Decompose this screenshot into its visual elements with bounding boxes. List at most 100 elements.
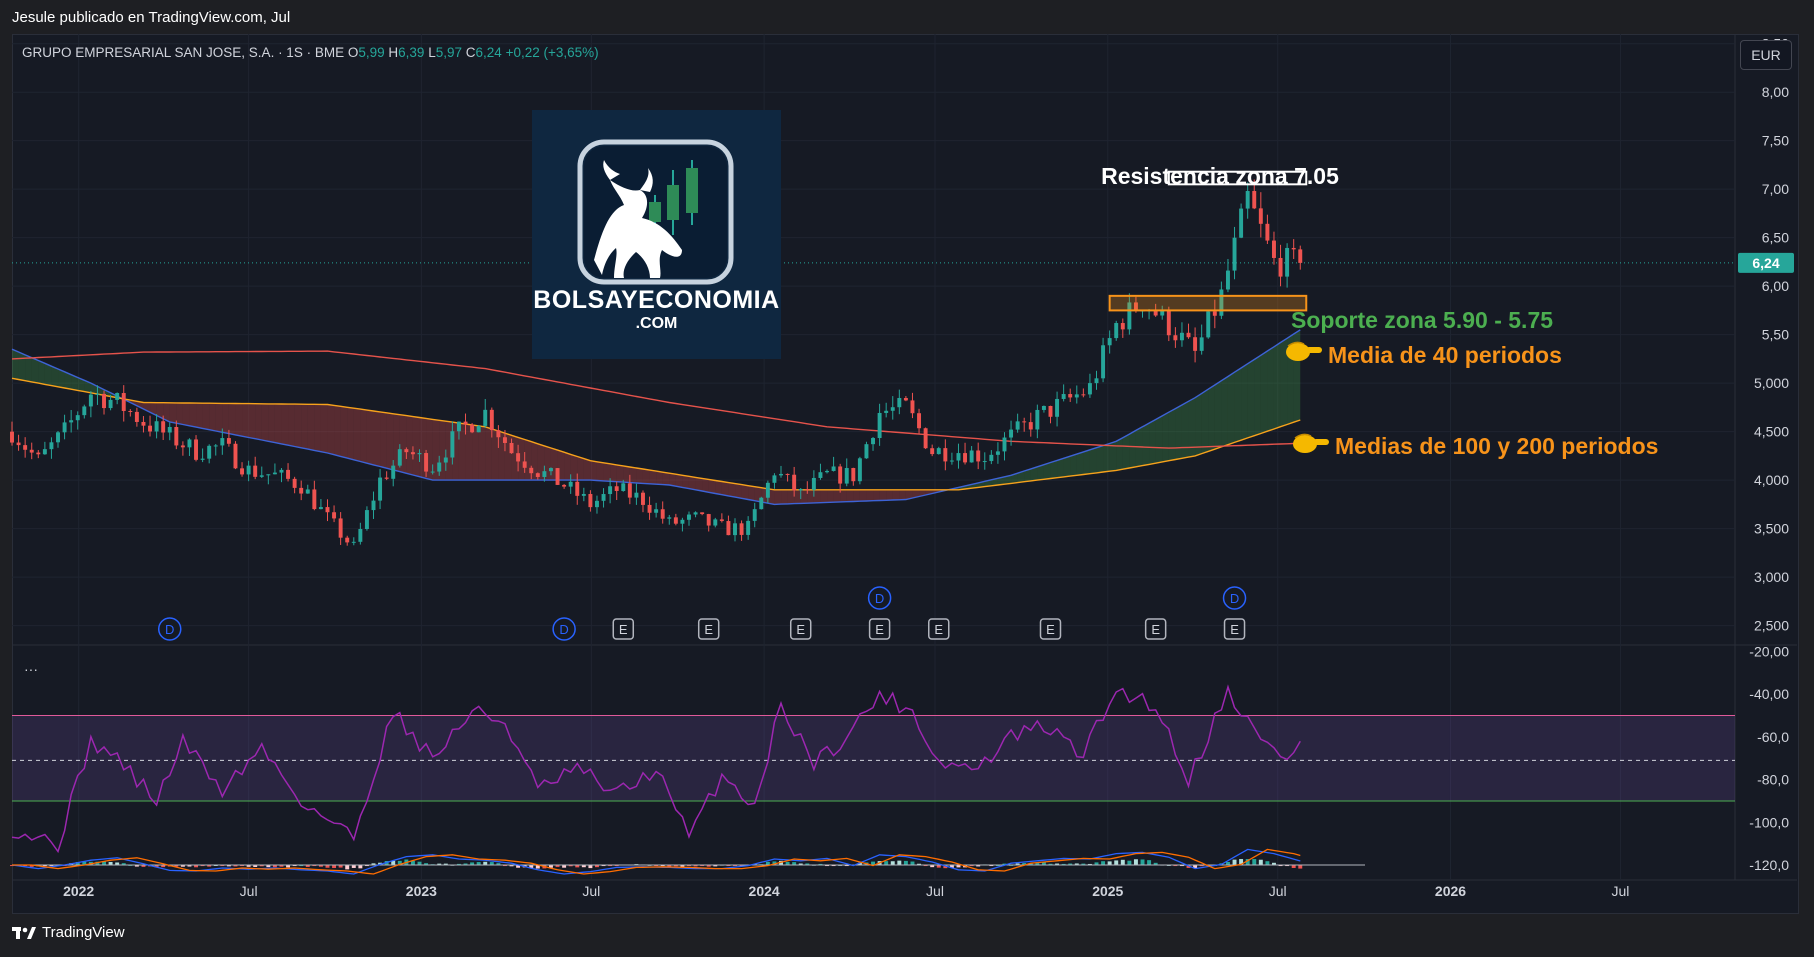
ma-fill-segment (1221, 376, 1228, 447)
macd-histogram-bar (890, 861, 895, 866)
dividend-marker-label[interactable]: D (875, 591, 884, 606)
symbol-legend[interactable]: GRUPO EMPRESARIAL SAN JOSE, S.A. · 1S · … (22, 45, 599, 60)
candle-body (443, 457, 448, 463)
candle-body (489, 409, 494, 431)
candle-body (1265, 223, 1270, 241)
candle-body (647, 504, 652, 513)
candle-body (29, 449, 34, 453)
candle-body (746, 520, 751, 535)
candle-body (1041, 405, 1046, 410)
ma-fill-segment (577, 456, 584, 481)
candle-body (627, 483, 632, 498)
ma-fill-segment (288, 404, 295, 447)
candle-body (897, 397, 902, 408)
candle-body (279, 469, 284, 473)
candle-body (10, 431, 14, 443)
candle-body (995, 451, 1000, 455)
ma-fill-segment (1129, 430, 1136, 469)
close-label: C (465, 45, 476, 60)
ma-fill-segment (781, 489, 788, 505)
time-tick-label: Jul (1269, 883, 1287, 899)
earnings-marker-label[interactable]: E (1046, 622, 1055, 637)
candle-body (49, 442, 54, 450)
candle-body (1193, 337, 1198, 351)
earnings-marker-label[interactable]: E (934, 622, 943, 637)
ma-fill-segment (235, 403, 243, 437)
time-tick-label: Jul (926, 883, 944, 899)
candle-body (1298, 249, 1303, 263)
candle-body (976, 450, 981, 462)
ma-fill-segment (675, 474, 683, 488)
ma-fill-segment (25, 354, 32, 382)
candle-body (430, 471, 435, 473)
macd-histogram-bar (1265, 861, 1270, 866)
ma-fill-segment (202, 403, 210, 430)
ma-fill-segment (314, 404, 321, 452)
candle-body (825, 470, 829, 473)
earnings-marker-label[interactable]: E (704, 622, 713, 637)
ma-fill-segment (222, 403, 229, 434)
logo-domain: .COM (635, 315, 678, 332)
currency-button[interactable]: EUR (1740, 40, 1792, 70)
candle-body (1055, 398, 1060, 417)
candle-body (910, 400, 915, 414)
candle-body (121, 393, 126, 411)
candle-body (516, 453, 521, 462)
dividend-marker-label[interactable]: D (559, 622, 568, 637)
earnings-marker-label[interactable]: E (619, 622, 628, 637)
candle-body (134, 411, 139, 422)
ma-fill-segment (169, 402, 177, 424)
candle-body (575, 481, 580, 496)
ma-fill-segment (603, 462, 611, 482)
macd-histogram-bar (897, 860, 902, 866)
candle-body (726, 521, 731, 536)
candle-body (621, 483, 626, 491)
y-axis: 8,508,007,507,006,506,005,505,0004,5004,… (1738, 36, 1794, 873)
earnings-marker-label[interactable]: E (875, 622, 884, 637)
ma-fill-segment (38, 360, 45, 385)
candle-body (634, 492, 639, 498)
ma-fill-segment (616, 464, 624, 483)
candle-body (1081, 394, 1086, 396)
candle-body (312, 489, 317, 510)
candle-body (542, 471, 547, 477)
ma-fill-segment (794, 489, 801, 504)
ma-fill-segment (708, 479, 716, 494)
macd-histogram-bar (1298, 865, 1303, 869)
ma-fill-segment (1208, 384, 1215, 452)
candle-body (844, 468, 849, 484)
rsi-band-fill (12, 715, 1735, 801)
time-tick-label: 2025 (1092, 883, 1123, 899)
rsi-tick-label: -120,0 (1749, 857, 1789, 873)
earnings-marker-label[interactable]: E (1151, 622, 1160, 637)
candle-body (417, 453, 422, 455)
candle-body (115, 393, 120, 400)
candle-body (1074, 394, 1079, 398)
candle-body (687, 514, 691, 520)
ma-fill-segment (1057, 458, 1064, 478)
indicator-menu-icon[interactable]: ··· (24, 661, 38, 677)
ma-fill-segment (1122, 434, 1130, 470)
candle-body (200, 458, 205, 460)
candle-body (102, 393, 106, 409)
candle-body (857, 458, 862, 482)
price-tick-label: 6,50 (1762, 230, 1789, 246)
dividend-marker-label[interactable]: D (165, 622, 174, 637)
ma-fill-segment (813, 489, 821, 503)
ma-fill-segment (281, 403, 289, 446)
dividend-marker-label[interactable]: D (1230, 591, 1239, 606)
macd-histogram-bar (884, 861, 889, 866)
candle-body (1225, 270, 1230, 290)
candle-body (292, 478, 297, 488)
price-chart-svg[interactable]: D D E E E E D E E E E D 8,508,007,507,006,506,005,5… (0, 0, 1814, 957)
candle-body (805, 488, 810, 490)
ma-fill-segment (353, 408, 361, 462)
ma-fill-segment (406, 415, 413, 476)
candle-body (351, 541, 356, 543)
ma-fill-segment (774, 489, 782, 505)
earnings-marker-label[interactable]: E (796, 622, 805, 637)
pointing-hand-icon (1293, 433, 1329, 453)
footer[interactable]: TradingView (12, 924, 125, 941)
candle-body (1239, 208, 1244, 238)
earnings-marker-label[interactable]: E (1230, 622, 1239, 637)
